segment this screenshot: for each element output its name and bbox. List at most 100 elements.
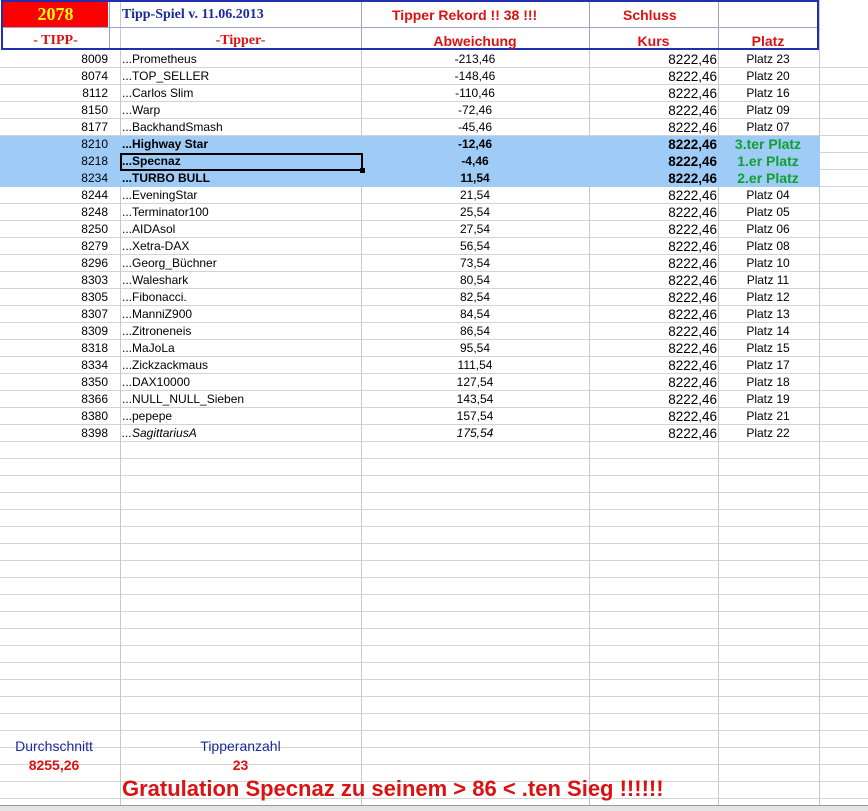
deviation-cell[interactable]: 127,54 [362,374,588,391]
course-cell[interactable]: 8222,46 [590,187,717,204]
tipper-name-cell[interactable]: ...SagittariusA [122,425,360,442]
tipp-cell[interactable]: 8307 [0,306,108,323]
course-cell[interactable]: 8222,46 [590,51,717,68]
tipp-cell[interactable]: 8234 [0,170,108,187]
tipp-cell[interactable]: 8303 [0,272,108,289]
tipper-name-cell[interactable]: ...Carlos Slim [122,85,360,102]
tipper-name-cell[interactable]: ...NULL_NULL_Sieben [122,391,360,408]
place-cell[interactable]: Platz 08 [719,238,817,255]
tipper-name-cell[interactable]: ...Prometheus [122,51,360,68]
tipp-cell[interactable]: 8318 [0,340,108,357]
tipp-count-box[interactable]: 2078 [3,2,108,27]
fill-handle[interactable] [360,168,365,173]
deviation-cell[interactable]: -72,46 [362,102,588,119]
tipp-cell[interactable]: 8177 [0,119,108,136]
tipper-name-cell[interactable]: ...TOP_SELLER [122,68,360,85]
deviation-cell[interactable]: 73,54 [362,255,588,272]
sheet-title[interactable]: Tipp-Spiel v. 11.06.2013 [122,7,264,23]
place-cell[interactable]: Platz 20 [719,68,817,85]
deviation-cell[interactable]: 95,54 [362,340,588,357]
place-cell[interactable]: Platz 19 [719,391,817,408]
course-cell[interactable]: 8222,46 [590,357,717,374]
course-cell[interactable]: 8222,46 [590,204,717,221]
place-cell[interactable]: Platz 05 [719,204,817,221]
tipper-name-cell[interactable]: ...Waleshark [122,272,360,289]
course-cell[interactable]: 8222,46 [590,136,717,153]
tipp-cell[interactable]: 8248 [0,204,108,221]
place-cell[interactable]: Platz 10 [719,255,817,272]
place-cell[interactable]: Platz 14 [719,323,817,340]
tipper-name-cell[interactable]: ...Highway Star [122,136,360,153]
deviation-cell[interactable]: 82,54 [362,289,588,306]
course-cell[interactable]: 8222,46 [590,153,717,170]
place-cell[interactable]: Platz 23 [719,51,817,68]
average-label[interactable]: Durchschnitt [0,738,108,754]
tipper-name-cell[interactable]: ...Zickzackmaus [122,357,360,374]
active-cell-selection[interactable] [120,153,363,171]
place-cell[interactable]: Platz 21 [719,408,817,425]
place-cell[interactable]: Platz 07 [719,119,817,136]
deviation-cell[interactable]: 56,54 [362,238,588,255]
tipp-cell[interactable]: 8218 [0,153,108,170]
tipper-name-cell[interactable]: ...AIDAsol [122,221,360,238]
course-cell[interactable]: 8222,46 [590,323,717,340]
course-cell[interactable]: 8222,46 [590,425,717,442]
tipper-name-cell[interactable]: ...pepepe [122,408,360,425]
deviation-cell[interactable]: -45,46 [362,119,588,136]
deviation-cell[interactable]: -148,46 [362,68,588,85]
course-cell[interactable]: 8222,46 [590,238,717,255]
deviation-cell[interactable]: 21,54 [362,187,588,204]
tipp-cell[interactable]: 8150 [0,102,108,119]
place-cell[interactable]: 2.er Platz [719,170,817,187]
place-cell[interactable]: 1.er Platz [719,153,817,170]
tipp-cell[interactable]: 8112 [0,85,108,102]
course-cell[interactable]: 8222,46 [590,391,717,408]
tipper-name-cell[interactable]: ...EveningStar [122,187,360,204]
course-cell[interactable]: 8222,46 [590,306,717,323]
tipp-cell[interactable]: 8309 [0,323,108,340]
course-cell[interactable]: 8222,46 [590,255,717,272]
deviation-cell[interactable]: 27,54 [362,221,588,238]
place-cell[interactable]: Platz 16 [719,85,817,102]
tipp-cell[interactable]: 8009 [0,51,108,68]
deviation-cell[interactable]: 86,54 [362,323,588,340]
course-cell[interactable]: 8222,46 [590,68,717,85]
course-cell[interactable]: 8222,46 [590,374,717,391]
place-cell[interactable]: Platz 22 [719,425,817,442]
deviation-cell[interactable]: -12,46 [362,136,588,153]
tipp-cell[interactable]: 8305 [0,289,108,306]
congratulations-banner[interactable]: Gratulation Specnaz zu seinem > 86 < .te… [122,776,664,802]
tipper-name-cell[interactable]: ...ManniZ900 [122,306,360,323]
tipp-cell[interactable]: 8244 [0,187,108,204]
course-cell[interactable]: 8222,46 [590,221,717,238]
close-label[interactable]: Schluss [623,7,677,23]
col-header-place[interactable]: Platz [719,33,817,49]
tipper-name-cell[interactable]: ...TURBO BULL [122,170,360,187]
place-cell[interactable]: Platz 11 [719,272,817,289]
tipper-count-label[interactable]: Tipperanzahl [120,738,361,754]
tipper-name-cell[interactable]: ...Zitroneneis [122,323,360,340]
col-header-course[interactable]: Kurs [590,33,717,49]
deviation-cell[interactable]: 175,54 [362,425,588,442]
tipper-name-cell[interactable]: ...Xetra-DAX [122,238,360,255]
place-cell[interactable]: Platz 12 [719,289,817,306]
course-cell[interactable]: 8222,46 [590,408,717,425]
tipper-count-value[interactable]: 23 [120,757,361,773]
col-header-deviation[interactable]: Abweichung [362,33,588,49]
course-cell[interactable]: 8222,46 [590,289,717,306]
deviation-cell[interactable]: 84,54 [362,306,588,323]
tipper-name-cell[interactable]: ...MaJoLa [122,340,360,357]
tipp-cell[interactable]: 8074 [0,68,108,85]
course-cell[interactable]: 8222,46 [590,170,717,187]
place-cell[interactable]: 3.ter Platz [719,136,817,153]
course-cell[interactable]: 8222,46 [590,340,717,357]
tipp-cell[interactable]: 8296 [0,255,108,272]
course-cell[interactable]: 8222,46 [590,272,717,289]
tipper-name-cell[interactable]: ...DAX10000 [122,374,360,391]
deviation-cell[interactable]: -213,46 [362,51,588,68]
tipp-cell[interactable]: 8366 [0,391,108,408]
sheet-tab-strip[interactable] [0,805,868,811]
record-text[interactable]: Tipper Rekord !! 38 !!! [392,7,537,23]
tipp-cell[interactable]: 8380 [0,408,108,425]
col-header-tipper[interactable]: -Tipper- [120,33,361,49]
